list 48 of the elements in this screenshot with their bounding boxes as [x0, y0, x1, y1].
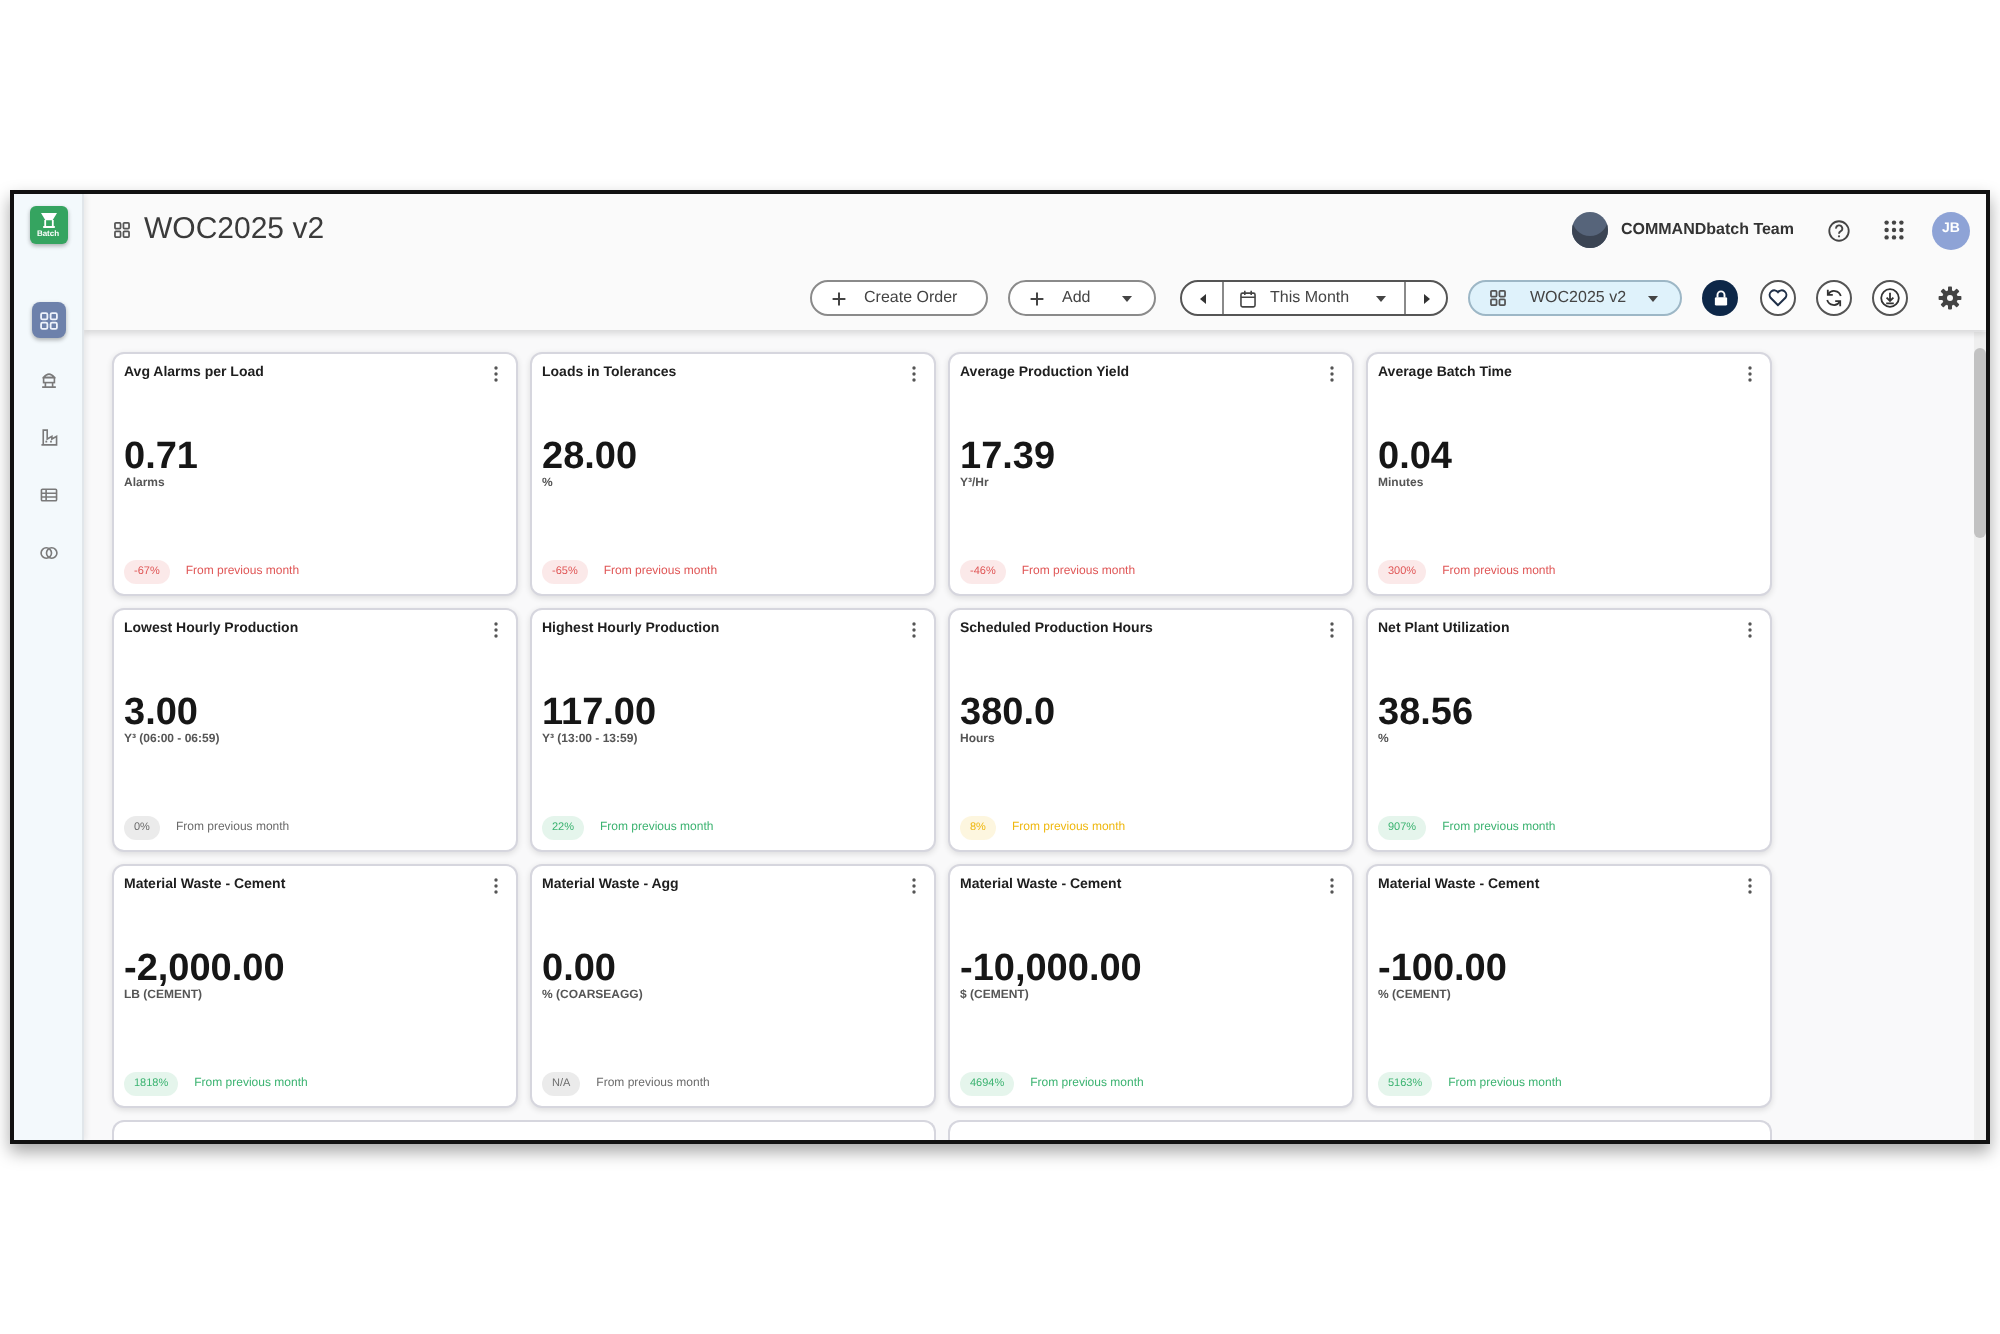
refresh-button[interactable]: [1816, 280, 1852, 316]
hopper-icon: [39, 212, 57, 228]
scrollbar-thumb[interactable]: [1974, 348, 1986, 538]
metric-value: 380.0: [960, 696, 1058, 732]
sidebar-item[interactable]: [31, 302, 65, 338]
download-icon: [1880, 288, 1900, 308]
help-icon[interactable]: [1828, 219, 1850, 241]
metric-value: -2,000.00: [124, 952, 287, 988]
favorite-button[interactable]: [1760, 280, 1796, 316]
silo-icon: [39, 369, 57, 387]
plus-icon: [1030, 291, 1044, 305]
avatar-photo: [1572, 212, 1609, 248]
overlapping-circles-icon: [39, 543, 57, 561]
caret-down-icon: [1122, 295, 1132, 301]
table-icon: [39, 485, 57, 503]
dashboard-icon: [114, 222, 130, 238]
add-button[interactable]: Add: [1008, 280, 1156, 316]
page-title: WOC2025 v2: [144, 212, 325, 248]
settings-icon[interactable]: [1938, 286, 1962, 310]
plus-icon: [832, 291, 846, 305]
metric-value: 3.00: [124, 696, 198, 732]
lock-icon: [1713, 290, 1727, 306]
metric-value: 117.00: [542, 696, 659, 732]
apps-grid-icon[interactable]: [1884, 220, 1904, 240]
dashboard-icon: [1490, 290, 1506, 306]
caret-down-icon: [1376, 295, 1386, 301]
team-name: COMMANDbatch Team: [1620, 218, 1794, 242]
caret-right-icon: [1423, 293, 1429, 303]
metric-value: 38.56: [1378, 696, 1476, 732]
metric-value: 17.39: [960, 440, 1058, 476]
dashboard-icon: [39, 311, 57, 329]
metric-value: 0.71: [124, 440, 200, 476]
metric-value: -10,000.00: [960, 952, 1144, 988]
metric-value: 28.00: [542, 440, 640, 476]
heart-icon: [1768, 288, 1788, 308]
metric-value: 0.00: [542, 952, 616, 988]
lock-button[interactable]: [1702, 280, 1738, 316]
metric-value: -100.00: [1378, 952, 1509, 988]
create-order-button[interactable]: Create Order: [810, 280, 988, 316]
caret-left-icon: [1199, 293, 1205, 303]
calendar-icon: [1240, 289, 1256, 307]
factory-icon: [39, 427, 57, 445]
dashboard-dropdown[interactable]: WOC2025 v2: [1468, 280, 1682, 316]
metric-value: 0.04: [1378, 440, 1454, 476]
caret-down-icon: [1648, 295, 1658, 301]
refresh-icon: [1824, 288, 1844, 308]
period-dropdown[interactable]: This Month: [1224, 282, 1404, 314]
download-button[interactable]: [1872, 280, 1908, 316]
